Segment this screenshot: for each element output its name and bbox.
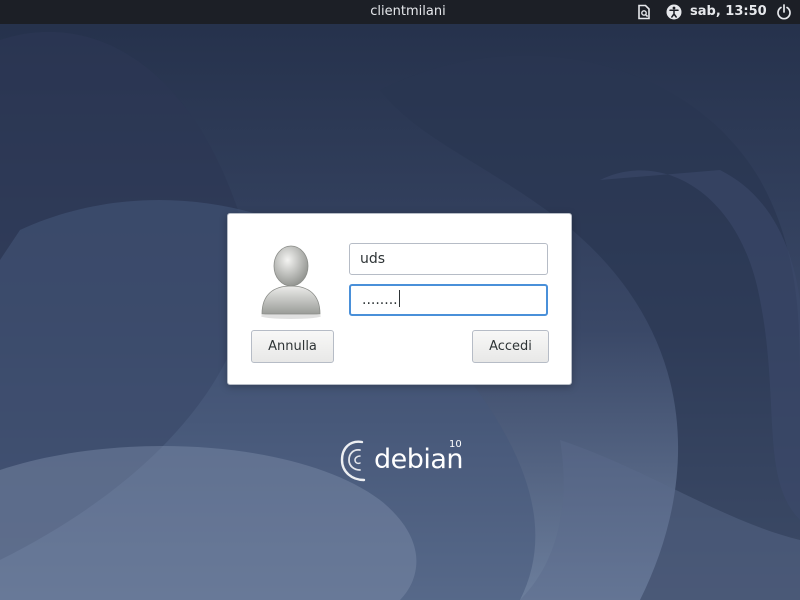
password-field[interactable]: ........ <box>349 284 548 316</box>
accessibility-icon[interactable] <box>666 4 682 20</box>
password-mask: ........ <box>362 292 398 308</box>
clock[interactable]: sab, 13:50 <box>690 0 767 24</box>
top-bar: clientmilani sab, 13:50 <box>0 0 800 24</box>
user-avatar-icon <box>261 245 321 319</box>
cancel-button[interactable]: Annulla <box>251 330 334 363</box>
username-field[interactable]: uds <box>349 243 548 275</box>
login-button[interactable]: Accedi <box>472 330 549 363</box>
power-icon[interactable] <box>776 4 792 20</box>
document-search-icon[interactable] <box>636 4 652 20</box>
debian-logo: debian 10 <box>340 436 464 486</box>
debian-swirl-icon <box>340 440 366 482</box>
login-screen: clientmilani sab, 13:50 uds ........ Ann… <box>0 0 800 600</box>
text-caret <box>398 290 400 307</box>
debian-version: 10 <box>449 439 462 450</box>
login-dialog: uds ........ Annulla Accedi <box>227 213 572 385</box>
